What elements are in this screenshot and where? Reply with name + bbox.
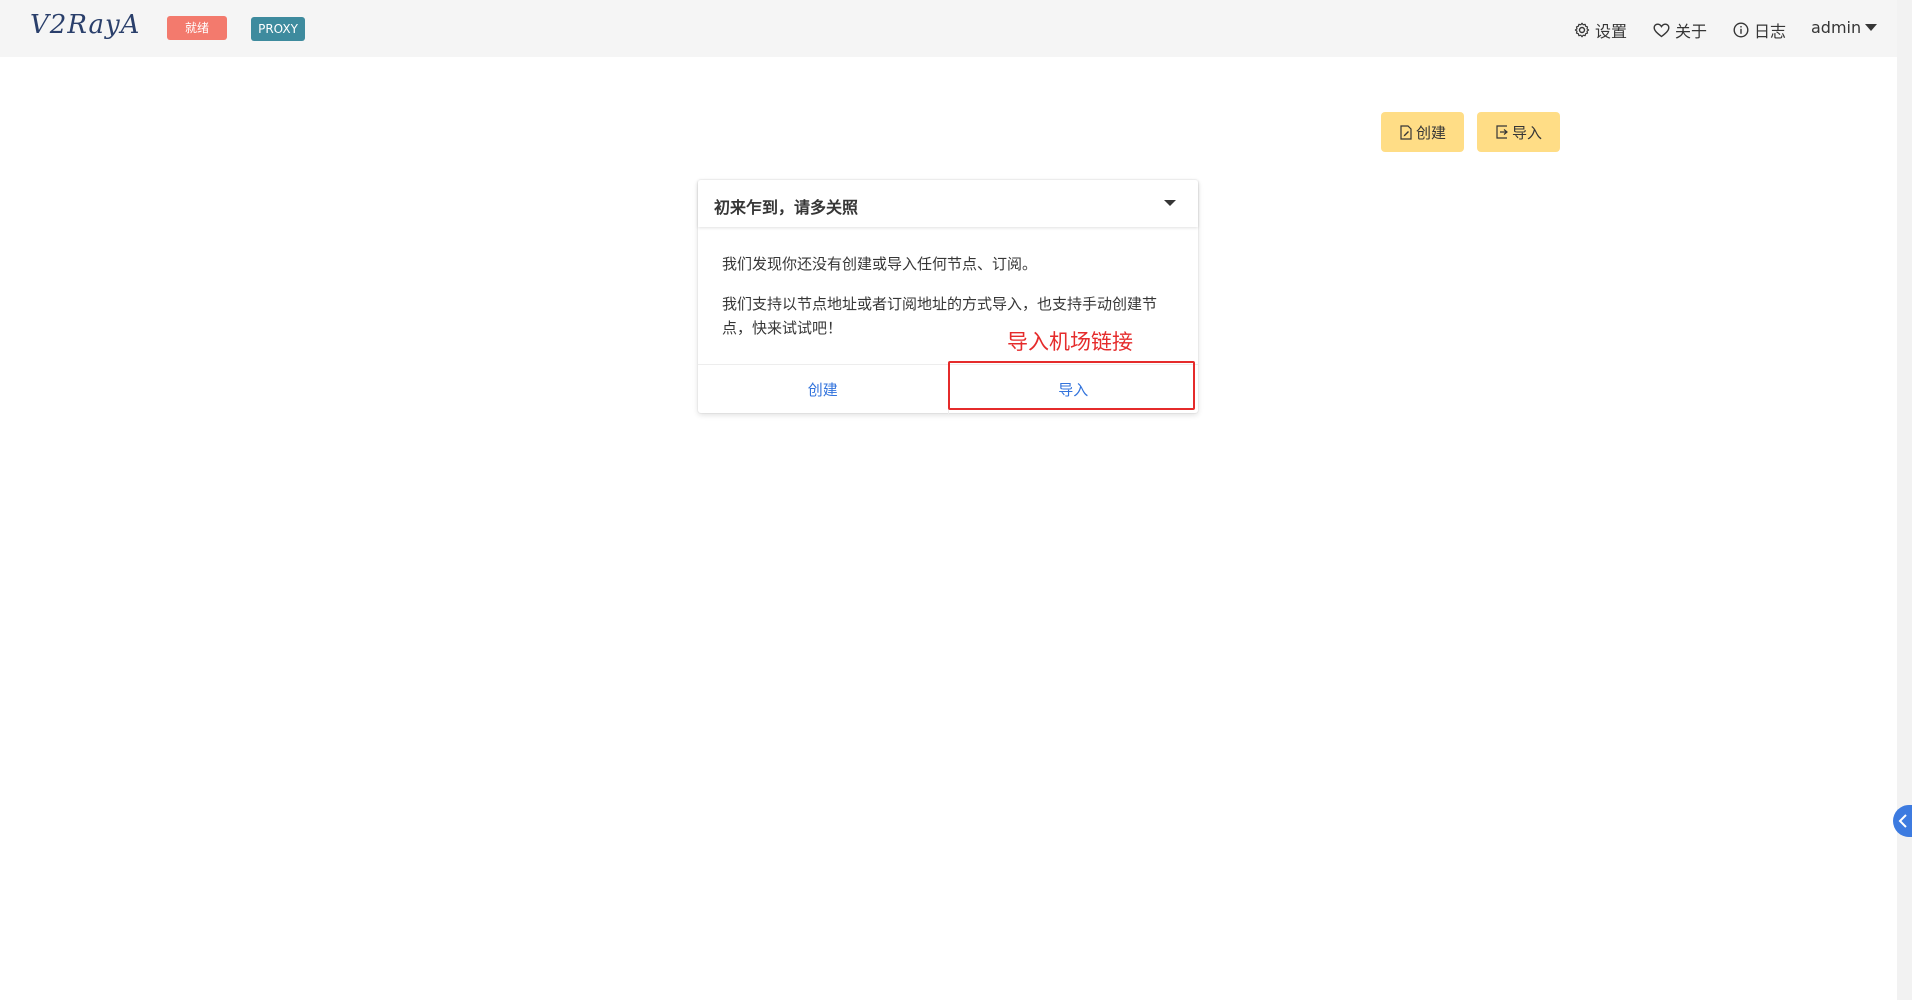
mode-badge[interactable]: PROXY xyxy=(251,17,305,41)
page: V2RayA 就绪 PROXY 设置 关于 日志 admin 创建 导入 初来乍… xyxy=(0,0,1912,1000)
card-title: 初来乍到，请多关照 xyxy=(714,198,859,217)
create-button-label: 创建 xyxy=(1415,123,1446,142)
card-header[interactable]: 初来乍到，请多关照 xyxy=(698,180,1198,227)
card-paragraph-1: 我们发现你还没有创建或导入任何节点、订阅。 xyxy=(722,255,1038,273)
annotation-highlight-box xyxy=(948,361,1195,410)
log-link[interactable]: 日志 xyxy=(1733,18,1786,42)
caret-down-icon xyxy=(1865,23,1878,31)
import-icon xyxy=(1496,125,1508,139)
scrollbar-track[interactable] xyxy=(1897,0,1912,1000)
status-badge[interactable]: 就绪 xyxy=(167,16,227,40)
collapse-caret-icon[interactable] xyxy=(1164,200,1176,206)
create-button[interactable]: 创建 xyxy=(1381,112,1464,152)
gear-icon xyxy=(1574,22,1590,38)
about-link[interactable]: 关于 xyxy=(1653,18,1707,42)
logo[interactable]: V2RayA xyxy=(30,10,140,40)
info-icon xyxy=(1733,22,1749,38)
sidebar-toggle[interactable] xyxy=(1893,805,1912,837)
navbar: V2RayA 就绪 PROXY 设置 关于 日志 admin xyxy=(0,0,1897,57)
file-edit-icon xyxy=(1400,124,1412,140)
heart-icon xyxy=(1653,22,1670,37)
log-label: 日志 xyxy=(1754,22,1787,41)
settings-link[interactable]: 设置 xyxy=(1574,18,1627,42)
import-button[interactable]: 导入 xyxy=(1477,112,1560,152)
import-button-label: 导入 xyxy=(1511,123,1542,142)
settings-label: 设置 xyxy=(1595,22,1628,41)
card-create-link[interactable]: 创建 xyxy=(698,365,948,414)
chevron-left-icon xyxy=(1898,814,1907,828)
user-label: admin xyxy=(1811,18,1862,37)
user-menu[interactable]: admin xyxy=(1811,18,1878,37)
about-label: 关于 xyxy=(1675,22,1708,41)
annotation-label: 导入机场链接 xyxy=(1007,330,1133,354)
